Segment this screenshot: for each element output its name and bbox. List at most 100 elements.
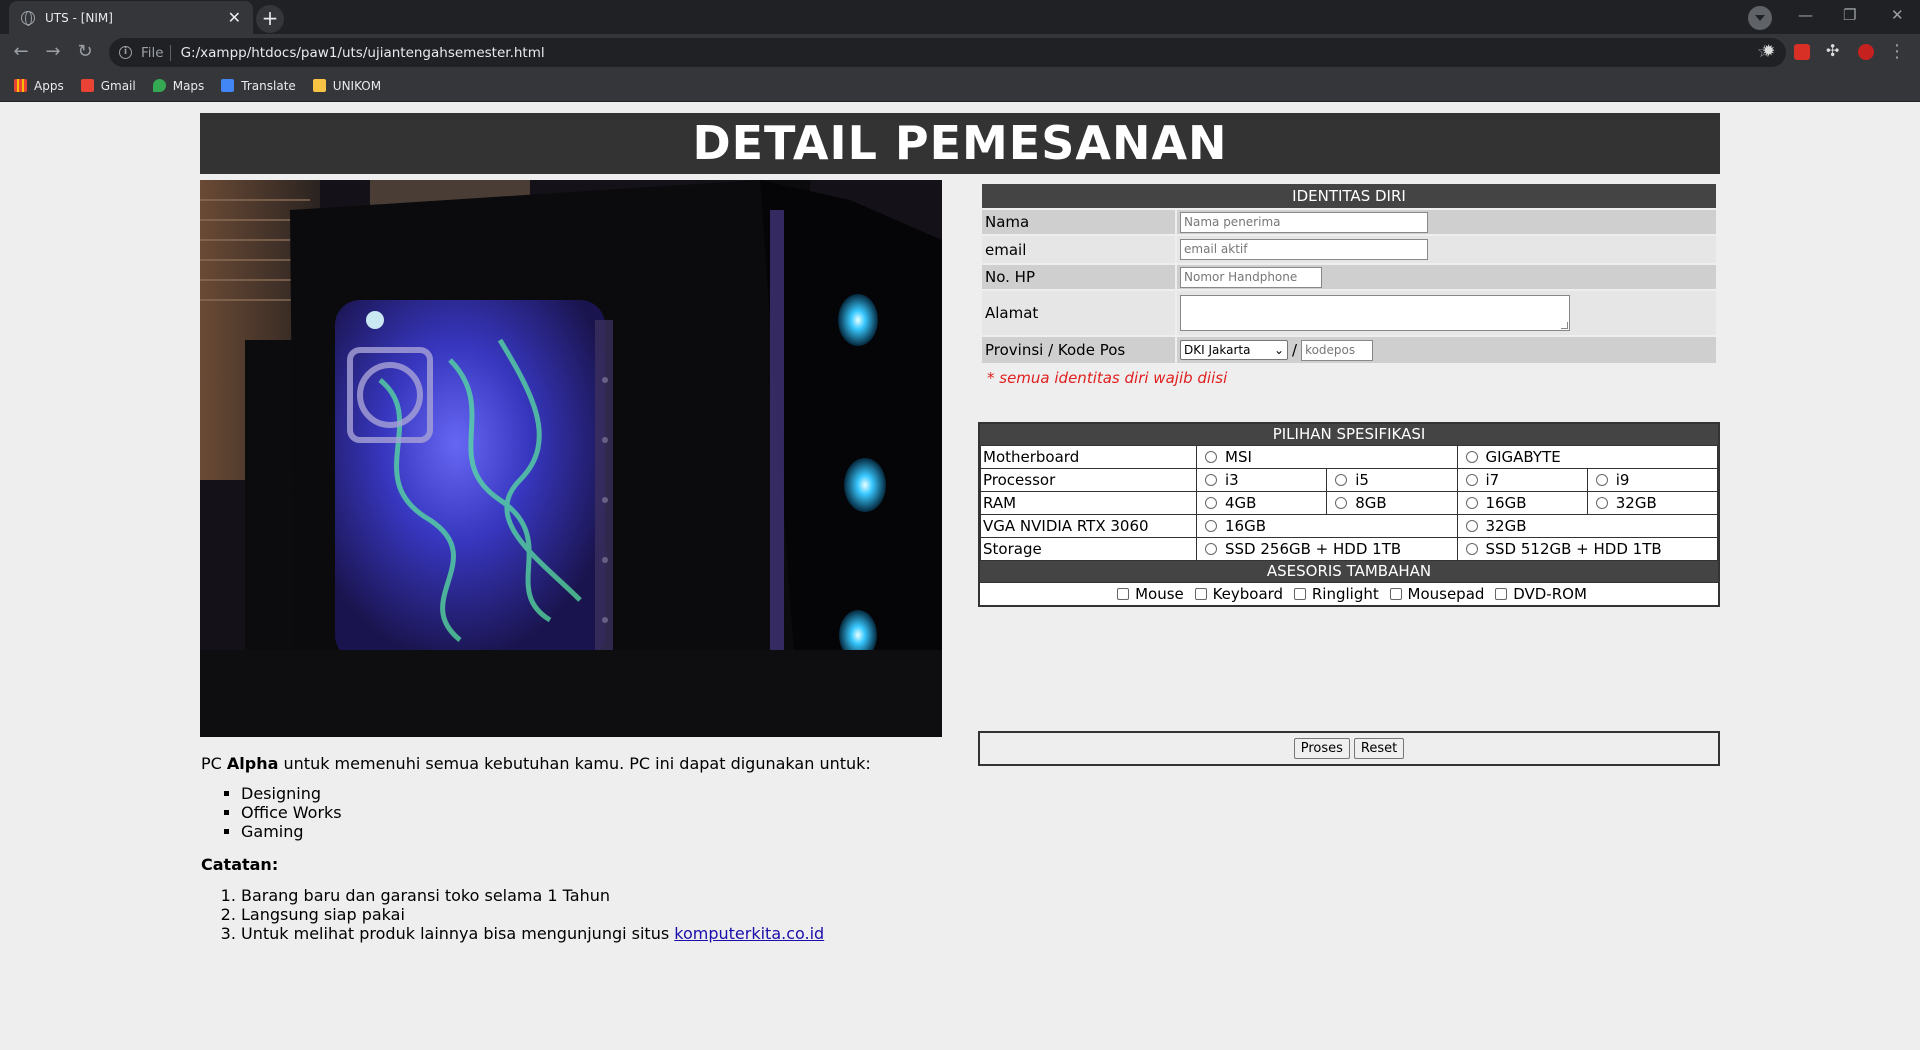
radio-button[interactable]	[1205, 474, 1217, 486]
store-link[interactable]: komputerkita.co.id	[674, 924, 824, 943]
product-name: Alpha	[226, 754, 279, 773]
radio-option[interactable]: 4GB	[1195, 491, 1328, 515]
checkbox[interactable]	[1495, 588, 1508, 600]
list-item: Langsung siap pakai	[241, 905, 871, 924]
option-label: 16GB	[1485, 494, 1527, 512]
back-icon[interactable]: ←	[10, 41, 32, 63]
url-text[interactable]: G:/xampp/htdocs/paw1/uts/ujiantengahseme…	[181, 45, 545, 61]
extension-red-icon[interactable]	[1794, 44, 1810, 60]
radio-option[interactable]: 16GB	[1456, 491, 1588, 515]
radio-button[interactable]	[1465, 474, 1478, 486]
uses-list: Designing Office Works Gaming	[241, 784, 871, 841]
radio-button[interactable]	[1595, 474, 1608, 486]
option-label: i9	[1615, 471, 1630, 489]
reset-button[interactable]: Reset	[1353, 738, 1405, 759]
option-label: 32GB	[1615, 494, 1657, 512]
bookmarks-bar: Apps Gmail Maps Translate UNIKOM	[0, 70, 1920, 102]
province-selected: DKI Jakarta	[1184, 343, 1251, 357]
ram-label: RAM	[980, 491, 1197, 515]
new-tab-button[interactable]: +	[256, 5, 284, 33]
radio-option[interactable]: 32GB	[1586, 491, 1719, 515]
bookmark-maps[interactable]: Maps	[152, 78, 205, 93]
tab-search-icon[interactable]	[1748, 6, 1772, 30]
radio-button[interactable]	[1465, 543, 1478, 555]
info-icon[interactable]: i	[119, 46, 132, 59]
radio-option[interactable]: SSD 256GB + HDD 1TB	[1196, 537, 1458, 561]
accessories-heading: ASESORIS TAMBAHAN	[980, 561, 1718, 582]
list-item: Designing	[241, 784, 871, 803]
bookmark-unikom[interactable]: UNIKOM	[312, 78, 382, 93]
product-description: PC Alpha untuk memenuhi semua kebutuhan …	[201, 754, 871, 943]
bookmark-gmail[interactable]: Gmail	[80, 78, 136, 93]
radio-button[interactable]	[1335, 497, 1348, 509]
radio-option[interactable]: MSI	[1196, 445, 1458, 469]
radio-option[interactable]: SSD 512GB + HDD 1TB	[1456, 537, 1718, 561]
phone-row: No. HP Nomor Handphone	[982, 265, 1716, 289]
intro-paragraph: PC Alpha untuk memenuhi semua kebutuhan …	[201, 754, 871, 773]
radio-option[interactable]: i3	[1195, 468, 1328, 492]
bookmark-label: UNIKOM	[332, 78, 382, 93]
radio-button[interactable]	[1205, 543, 1217, 555]
bookmark-translate[interactable]: Translate	[221, 79, 296, 93]
specs-form: PILIHAN SPESIFIKASI Motherboard MSI GIGA…	[978, 422, 1720, 607]
radio-option[interactable]: GIGABYTE	[1456, 445, 1718, 469]
minimize-icon[interactable]: —	[1798, 6, 1813, 24]
notes-list: Barang baru dan garansi toko selama 1 Ta…	[241, 886, 871, 943]
radio-button[interactable]	[1335, 474, 1348, 486]
list-item: Untuk melihat produk lainnya bisa mengun…	[241, 924, 871, 943]
puzzle-extensions-icon[interactable]: ✣	[1826, 41, 1842, 60]
checkbox[interactable]	[1117, 588, 1130, 600]
bookmark-label: Gmail	[100, 78, 136, 93]
reload-icon[interactable]: ↻	[74, 41, 96, 63]
radio-option[interactable]: i5	[1326, 468, 1458, 492]
address-row: Alamat	[982, 291, 1716, 335]
address-textarea[interactable]	[1180, 295, 1570, 331]
radio-button[interactable]	[1205, 451, 1217, 463]
intro-prefix: PC	[201, 754, 227, 773]
menu-kebab-icon[interactable]: ⋮	[1886, 41, 1908, 63]
postal-code-input[interactable]: kodepos	[1301, 339, 1374, 361]
email-input[interactable]: email aktif	[1180, 239, 1428, 260]
radio-option[interactable]: i7	[1456, 468, 1588, 492]
browser-tab[interactable]: UTS - [NIM] ✕	[9, 1, 253, 34]
checkbox[interactable]	[1293, 588, 1306, 600]
window-close-icon[interactable]: ✕	[1891, 6, 1904, 24]
radio-option[interactable]: 8GB	[1326, 491, 1458, 515]
submit-button[interactable]: Proses	[1293, 738, 1350, 759]
forward-icon[interactable]: →	[42, 41, 64, 63]
radio-button[interactable]	[1465, 520, 1478, 532]
province-select[interactable]: DKI Jakarta ⌄	[1180, 340, 1288, 360]
email-label: email	[982, 236, 1175, 263]
bookmark-label: Apps	[34, 78, 64, 93]
checkbox[interactable]	[1389, 588, 1402, 600]
name-input[interactable]: Nama penerima	[1180, 211, 1428, 233]
radio-option[interactable]: i9	[1586, 468, 1719, 492]
address-bar[interactable]: i File G:/xampp/htdocs/paw1/uts/ujianten…	[109, 38, 1786, 67]
extension-gear-icon[interactable]: ✹	[1762, 41, 1778, 60]
chevron-down-icon: ⌄	[1273, 343, 1284, 357]
radio-button[interactable]	[1205, 497, 1217, 509]
address-label: Alamat	[982, 291, 1175, 335]
notes-heading: Catatan:	[201, 855, 279, 874]
radio-button[interactable]	[1465, 451, 1478, 463]
radio-button[interactable]	[1205, 520, 1217, 532]
option-label: i7	[1485, 471, 1500, 489]
processor-label: Processor	[980, 468, 1197, 492]
checkbox[interactable]	[1194, 588, 1207, 600]
close-tab-icon[interactable]: ✕	[228, 9, 241, 26]
bookmark-apps[interactable]: Apps	[14, 79, 64, 93]
list-item: Gaming	[241, 822, 871, 841]
radio-option[interactable]: 32GB	[1456, 514, 1718, 538]
province-row: Provinsi / Kode Pos DKI Jakarta ⌄ / kodep…	[982, 337, 1716, 363]
restore-icon[interactable]: ❐	[1843, 6, 1856, 24]
form-actions: Proses Reset	[978, 731, 1720, 766]
required-note: * semua identitas diri wajib diisi	[987, 369, 1228, 387]
radio-button[interactable]	[1595, 497, 1608, 509]
accessory-label: Mouse	[1135, 585, 1184, 603]
radio-option[interactable]: 16GB	[1196, 514, 1458, 538]
profile-avatar-icon[interactable]	[1858, 44, 1874, 60]
radio-button[interactable]	[1465, 497, 1478, 509]
email-row: email email aktif	[982, 236, 1716, 263]
bookmark-label: Maps	[172, 78, 205, 93]
phone-input[interactable]: Nomor Handphone	[1180, 266, 1322, 288]
